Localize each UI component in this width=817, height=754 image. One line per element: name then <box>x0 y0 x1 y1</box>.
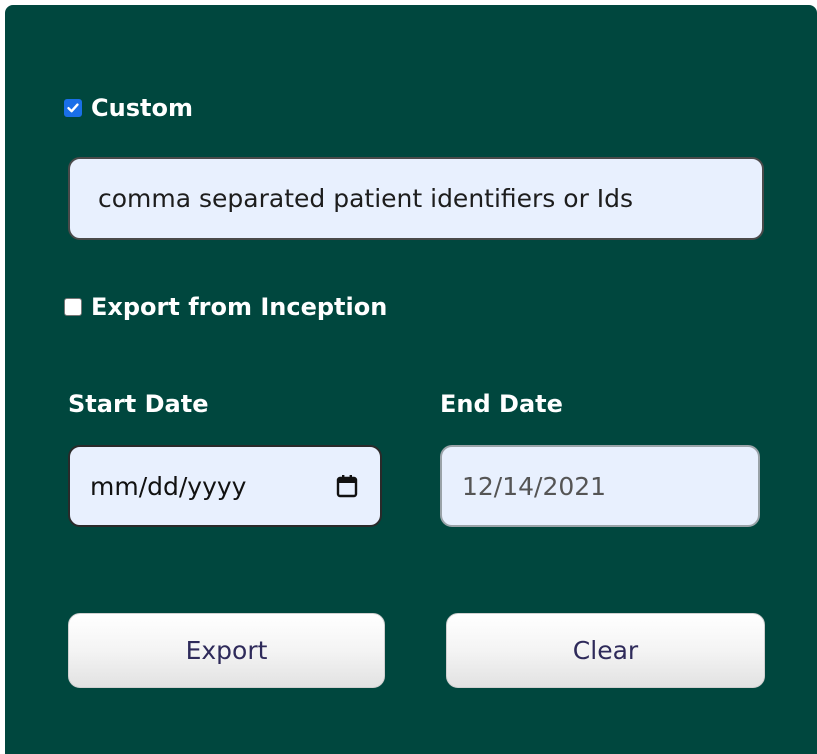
start-date-label: Start Date <box>68 390 209 418</box>
checkmark-icon <box>67 103 79 113</box>
custom-option[interactable]: Custom <box>64 94 193 122</box>
end-date-label: End Date <box>440 390 563 418</box>
custom-checkbox[interactable] <box>64 99 82 117</box>
patient-identifiers-input[interactable]: comma separated patient identifiers or I… <box>68 157 764 240</box>
export-button-label: Export <box>185 636 268 665</box>
custom-label: Custom <box>91 94 193 122</box>
patient-identifiers-placeholder: comma separated patient identifiers or I… <box>98 184 634 213</box>
start-date-value: mm/dd/yyyy <box>90 471 247 501</box>
end-date-input[interactable]: 12/14/2021 <box>440 445 760 527</box>
calendar-icon[interactable] <box>334 473 360 499</box>
export-from-inception-label: Export from Inception <box>91 293 388 321</box>
clear-button-label: Clear <box>572 636 639 665</box>
end-date-value: 12/14/2021 <box>462 471 607 501</box>
export-from-inception-checkbox[interactable] <box>64 298 82 316</box>
start-date-input[interactable]: mm/dd/yyyy <box>68 445 382 527</box>
export-button[interactable]: Export <box>68 613 385 688</box>
clear-button[interactable]: Clear <box>446 613 765 688</box>
export-from-inception-option[interactable]: Export from Inception <box>64 293 387 321</box>
